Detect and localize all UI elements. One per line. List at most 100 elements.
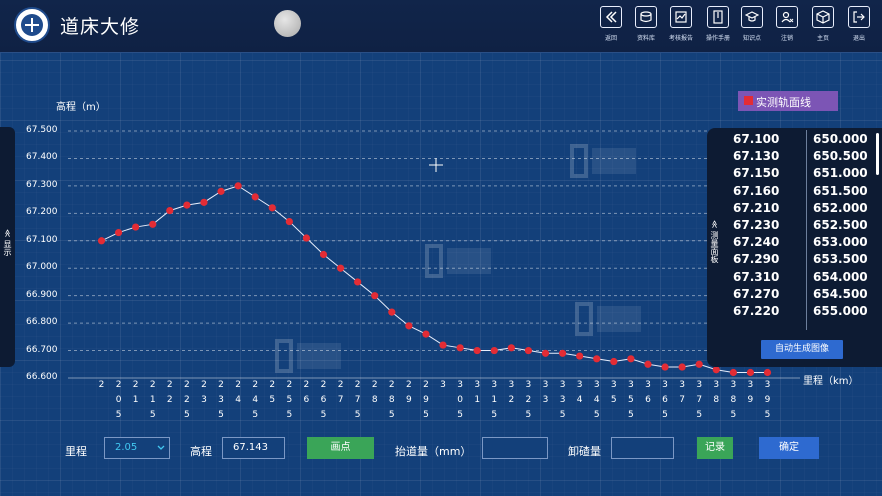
data-point[interactable] [644,360,652,368]
x-tick-char: 3 [542,395,549,405]
x-tick-char [539,408,553,423]
data-point[interactable] [439,341,447,349]
data-point[interactable] [251,193,259,201]
elevation-cell: 67.290 [733,252,780,267]
x-tick-char [368,408,382,423]
x-tick-char: 5 [491,410,498,420]
crosshair-cursor-icon [429,158,443,172]
data-point[interactable] [541,349,550,357]
elevation-cell: 67.310 [733,269,780,284]
x-tick-char: 9 [764,395,771,405]
x-tick-char: 3 [218,395,224,405]
x-tick-char: 2 [423,380,429,390]
data-point[interactable] [507,344,515,352]
data-point[interactable] [268,204,276,212]
data-point[interactable] [490,346,498,355]
elevation-input[interactable]: 67.143 [222,437,285,459]
auto-generate-image-button[interactable]: 自动生成图像 [761,340,843,359]
x-tick-char: 2 [98,380,105,390]
lift-amount-input[interactable] [482,437,548,459]
x-tick-char: 5 [286,395,293,405]
x-tick-label: 2 9 5 [419,378,433,423]
data-point[interactable] [114,228,123,237]
mileage-cell: 653.500 [813,252,868,267]
x-tick-char [402,408,416,423]
measurement-panel-handle[interactable]: ≪ 测量面板 [709,220,720,263]
x-tick-char [436,393,450,408]
x-tick-char: 8 [371,395,378,405]
mileage-cell: 651.500 [813,183,868,198]
data-point[interactable] [712,366,720,374]
data-point[interactable] [473,346,481,355]
data-point[interactable] [234,182,242,190]
x-tick-char: 3 [747,380,754,390]
x-tick-char: 6 [662,395,668,405]
mileage-select[interactable]: 2.05 [104,437,170,459]
elevation-cell: 67.210 [733,200,780,215]
data-point[interactable] [336,264,345,272]
x-tick-char: 5 [525,410,532,420]
legend-swatch [744,96,753,105]
draw-point-button[interactable]: 画点 [307,437,374,459]
x-tick-label: 2 [95,378,109,423]
data-point[interactable] [558,349,567,357]
x-tick-char: 3 [440,380,446,390]
data-point[interactable] [132,223,140,231]
x-tick-char: 3 [679,380,685,390]
data-point[interactable] [166,206,174,215]
x-tick-char [197,408,211,423]
data-point[interactable] [354,278,362,286]
data-point[interactable] [319,250,328,259]
data-point[interactable] [422,330,430,338]
ballast-unload-label: 卸碴量 [568,445,601,458]
data-point[interactable] [149,220,157,228]
data-point[interactable] [593,355,601,363]
data-point[interactable] [746,368,755,377]
data-point[interactable] [200,198,208,206]
ballast-unload-input[interactable] [611,437,674,459]
data-point[interactable] [627,355,635,363]
x-tick-char: 2 [525,395,532,405]
left-display-tab[interactable]: ≪ 显示 [0,127,15,367]
x-tick-label: 3 6 5 [658,378,672,423]
data-point[interactable] [217,187,225,195]
panel-column-divider [806,130,807,330]
data-point[interactable] [678,363,686,371]
x-tick-char: 5 [252,410,259,420]
elevation-cell: 67.240 [733,235,780,250]
x-tick-char: 3 [764,380,771,390]
x-tick-char: 5 [149,410,156,420]
data-point[interactable] [388,308,396,316]
data-point[interactable] [371,292,379,300]
mileage-cell: 651.000 [813,166,868,181]
x-tick-char: 5 [764,410,771,420]
data-point[interactable] [405,322,413,330]
x-tick-label: 28 [368,378,382,423]
x-tick-char: 3 [628,380,634,390]
data-point[interactable] [285,217,293,226]
x-tick-char: 2 [201,380,207,390]
data-point[interactable] [97,237,106,245]
x-tick-label: 33 [539,378,553,423]
data-point[interactable] [763,368,772,377]
data-point[interactable] [729,368,737,377]
data-point[interactable] [302,234,311,242]
x-tick-char: 3 [474,380,481,390]
x-tick-label: 2 7 5 [351,378,365,423]
x-tick-char: 5 [696,410,703,420]
data-point[interactable] [183,201,191,209]
data-point[interactable] [456,344,464,352]
data-point[interactable] [610,357,618,366]
x-tick-label: 3 7 5 [692,378,706,423]
x-tick-label: 2 3 5 [214,378,228,423]
data-point[interactable] [695,360,703,368]
x-tick-char [163,408,177,423]
data-point[interactable] [576,352,584,360]
confirm-button[interactable]: 确定 [759,437,819,459]
record-button[interactable]: 记录 [697,437,733,459]
data-point[interactable] [524,346,533,355]
data-point[interactable] [661,363,669,371]
panel-scrollbar[interactable] [876,133,879,175]
x-tick-char: 5 [286,410,293,420]
left-tab-label: ≪ 显示 [3,229,12,256]
